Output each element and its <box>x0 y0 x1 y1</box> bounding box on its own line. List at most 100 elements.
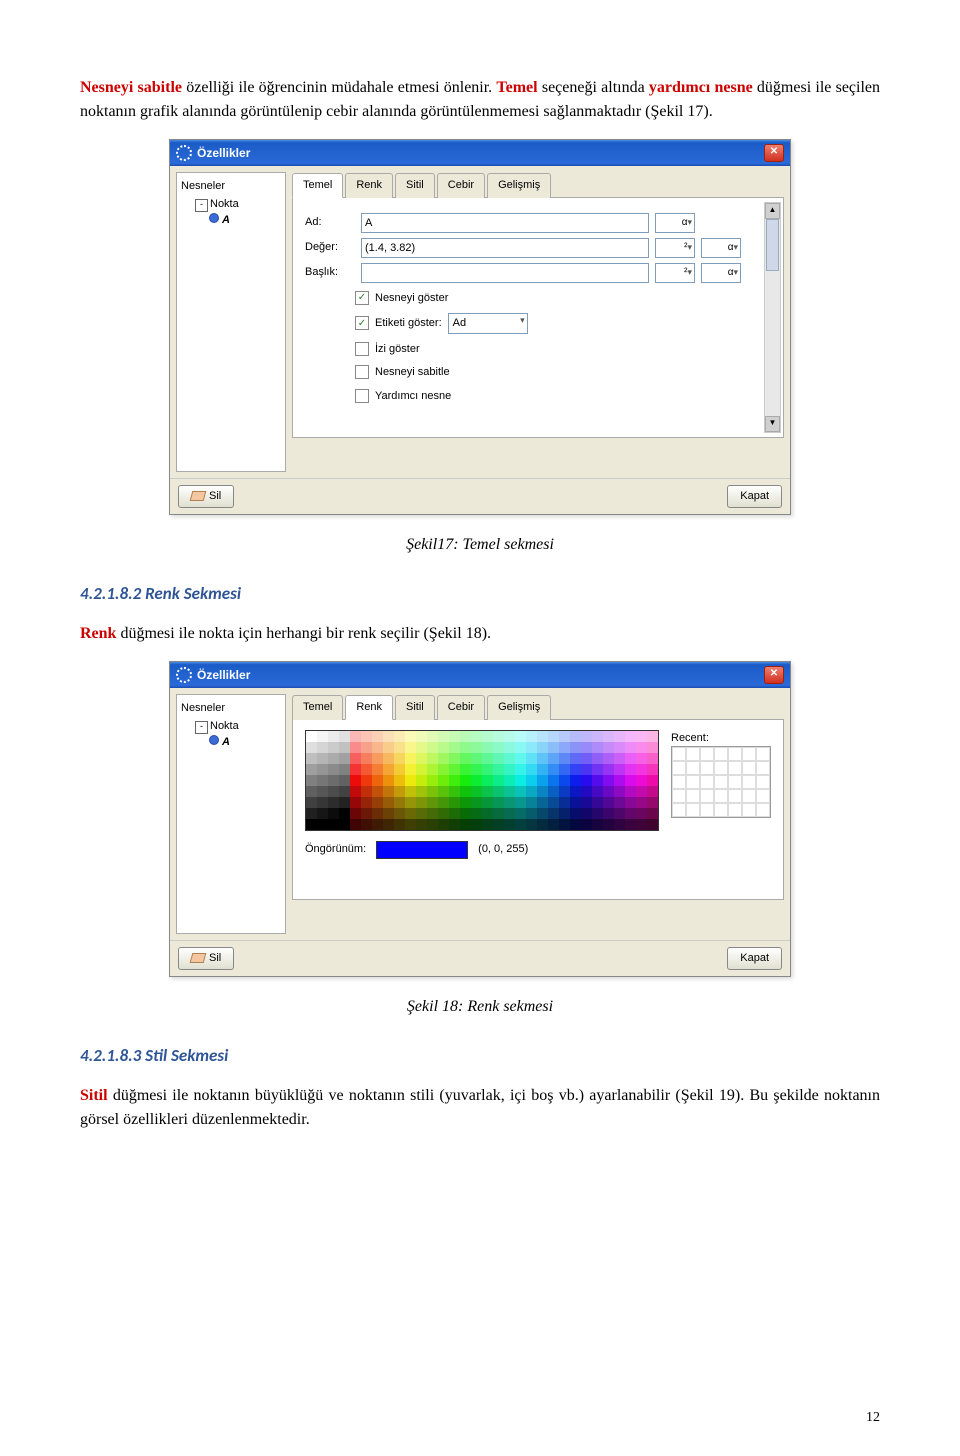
alpha-picker-2[interactable]: α ▾ <box>701 238 741 258</box>
color-swatch[interactable] <box>603 764 614 775</box>
color-swatch[interactable] <box>394 753 405 764</box>
color-swatch[interactable] <box>603 786 614 797</box>
color-swatch[interactable] <box>405 753 416 764</box>
color-swatch[interactable] <box>416 819 427 830</box>
color-swatch[interactable] <box>581 742 592 753</box>
color-swatch[interactable] <box>515 797 526 808</box>
input-deger[interactable] <box>361 238 649 258</box>
color-swatch[interactable] <box>361 764 372 775</box>
recent-swatch[interactable] <box>700 747 714 761</box>
recent-swatch[interactable] <box>742 761 756 775</box>
color-swatch[interactable] <box>515 775 526 786</box>
color-swatch[interactable] <box>471 808 482 819</box>
tab-temel[interactable]: Temel <box>292 173 343 198</box>
scroll-up-icon[interactable]: ▲ <box>765 203 780 219</box>
color-swatch[interactable] <box>537 731 548 742</box>
sil-button[interactable]: Sil <box>178 947 234 970</box>
recent-swatch[interactable] <box>672 775 686 789</box>
color-swatch[interactable] <box>581 797 592 808</box>
color-swatch[interactable] <box>537 819 548 830</box>
color-swatch[interactable] <box>603 731 614 742</box>
recent-swatch[interactable] <box>714 803 728 817</box>
color-swatch[interactable] <box>614 797 625 808</box>
color-swatch[interactable] <box>339 797 350 808</box>
color-swatch[interactable] <box>526 786 537 797</box>
recent-swatch[interactable] <box>686 747 700 761</box>
recent-swatch[interactable] <box>686 761 700 775</box>
color-swatch[interactable] <box>581 753 592 764</box>
color-swatch[interactable] <box>350 775 361 786</box>
color-swatch[interactable] <box>394 808 405 819</box>
recent-swatch[interactable] <box>756 761 770 775</box>
color-swatch[interactable] <box>372 753 383 764</box>
color-swatch[interactable] <box>449 742 460 753</box>
color-swatch[interactable] <box>460 786 471 797</box>
color-swatch[interactable] <box>504 775 515 786</box>
color-swatch[interactable] <box>350 819 361 830</box>
tab-renk[interactable]: Renk <box>345 695 393 720</box>
color-swatch[interactable] <box>339 742 350 753</box>
recent-swatch[interactable] <box>672 747 686 761</box>
recent-swatch[interactable] <box>672 789 686 803</box>
color-swatch[interactable] <box>647 753 658 764</box>
tab-gelismis[interactable]: Gelişmiş <box>487 173 551 198</box>
color-swatch[interactable] <box>394 764 405 775</box>
color-swatch[interactable] <box>383 819 394 830</box>
color-swatch[interactable] <box>328 753 339 764</box>
color-swatch[interactable] <box>339 764 350 775</box>
color-swatch[interactable] <box>482 808 493 819</box>
color-swatch[interactable] <box>515 808 526 819</box>
color-swatch[interactable] <box>647 764 658 775</box>
color-swatch[interactable] <box>471 797 482 808</box>
color-swatch[interactable] <box>515 731 526 742</box>
color-swatch[interactable] <box>383 808 394 819</box>
color-swatch[interactable] <box>625 742 636 753</box>
tab-gelismis[interactable]: Gelişmiş <box>487 695 551 720</box>
color-swatch[interactable] <box>548 753 559 764</box>
color-swatch[interactable] <box>460 775 471 786</box>
recent-swatch[interactable] <box>714 789 728 803</box>
color-swatch[interactable] <box>383 775 394 786</box>
color-swatch[interactable] <box>548 742 559 753</box>
color-swatch[interactable] <box>306 731 317 742</box>
color-swatch[interactable] <box>614 731 625 742</box>
color-swatch[interactable] <box>317 819 328 830</box>
color-swatch[interactable] <box>438 786 449 797</box>
color-swatch[interactable] <box>625 797 636 808</box>
color-swatch[interactable] <box>427 819 438 830</box>
color-swatch[interactable] <box>306 786 317 797</box>
color-swatch[interactable] <box>526 753 537 764</box>
color-swatch[interactable] <box>625 731 636 742</box>
color-swatch[interactable] <box>361 786 372 797</box>
kapat-button[interactable]: Kapat <box>727 947 782 970</box>
color-swatch[interactable] <box>427 808 438 819</box>
color-swatch[interactable] <box>570 753 581 764</box>
tab-temel[interactable]: Temel <box>292 695 343 720</box>
color-swatch[interactable] <box>350 797 361 808</box>
color-swatch[interactable] <box>603 753 614 764</box>
color-swatch[interactable] <box>317 764 328 775</box>
color-swatch[interactable] <box>438 731 449 742</box>
color-swatch[interactable] <box>416 775 427 786</box>
color-swatch[interactable] <box>350 742 361 753</box>
color-swatch[interactable] <box>416 764 427 775</box>
color-swatch[interactable] <box>471 742 482 753</box>
color-swatch[interactable] <box>647 797 658 808</box>
color-swatch[interactable] <box>394 797 405 808</box>
recent-swatch[interactable] <box>728 803 742 817</box>
color-swatch[interactable] <box>537 797 548 808</box>
color-swatch[interactable] <box>372 808 383 819</box>
color-swatch[interactable] <box>328 742 339 753</box>
color-swatch[interactable] <box>548 775 559 786</box>
color-swatch[interactable] <box>438 764 449 775</box>
color-swatch[interactable] <box>603 819 614 830</box>
sil-button[interactable]: Sil <box>178 485 234 508</box>
color-swatch[interactable] <box>416 753 427 764</box>
alpha-picker-3[interactable]: α ▾ <box>701 263 741 283</box>
color-swatch[interactable] <box>559 731 570 742</box>
scroll-thumb[interactable] <box>766 219 779 271</box>
color-swatch[interactable] <box>504 764 515 775</box>
tree-leaf-A[interactable]: A <box>181 212 281 229</box>
color-swatch[interactable] <box>361 797 372 808</box>
color-swatch[interactable] <box>339 786 350 797</box>
